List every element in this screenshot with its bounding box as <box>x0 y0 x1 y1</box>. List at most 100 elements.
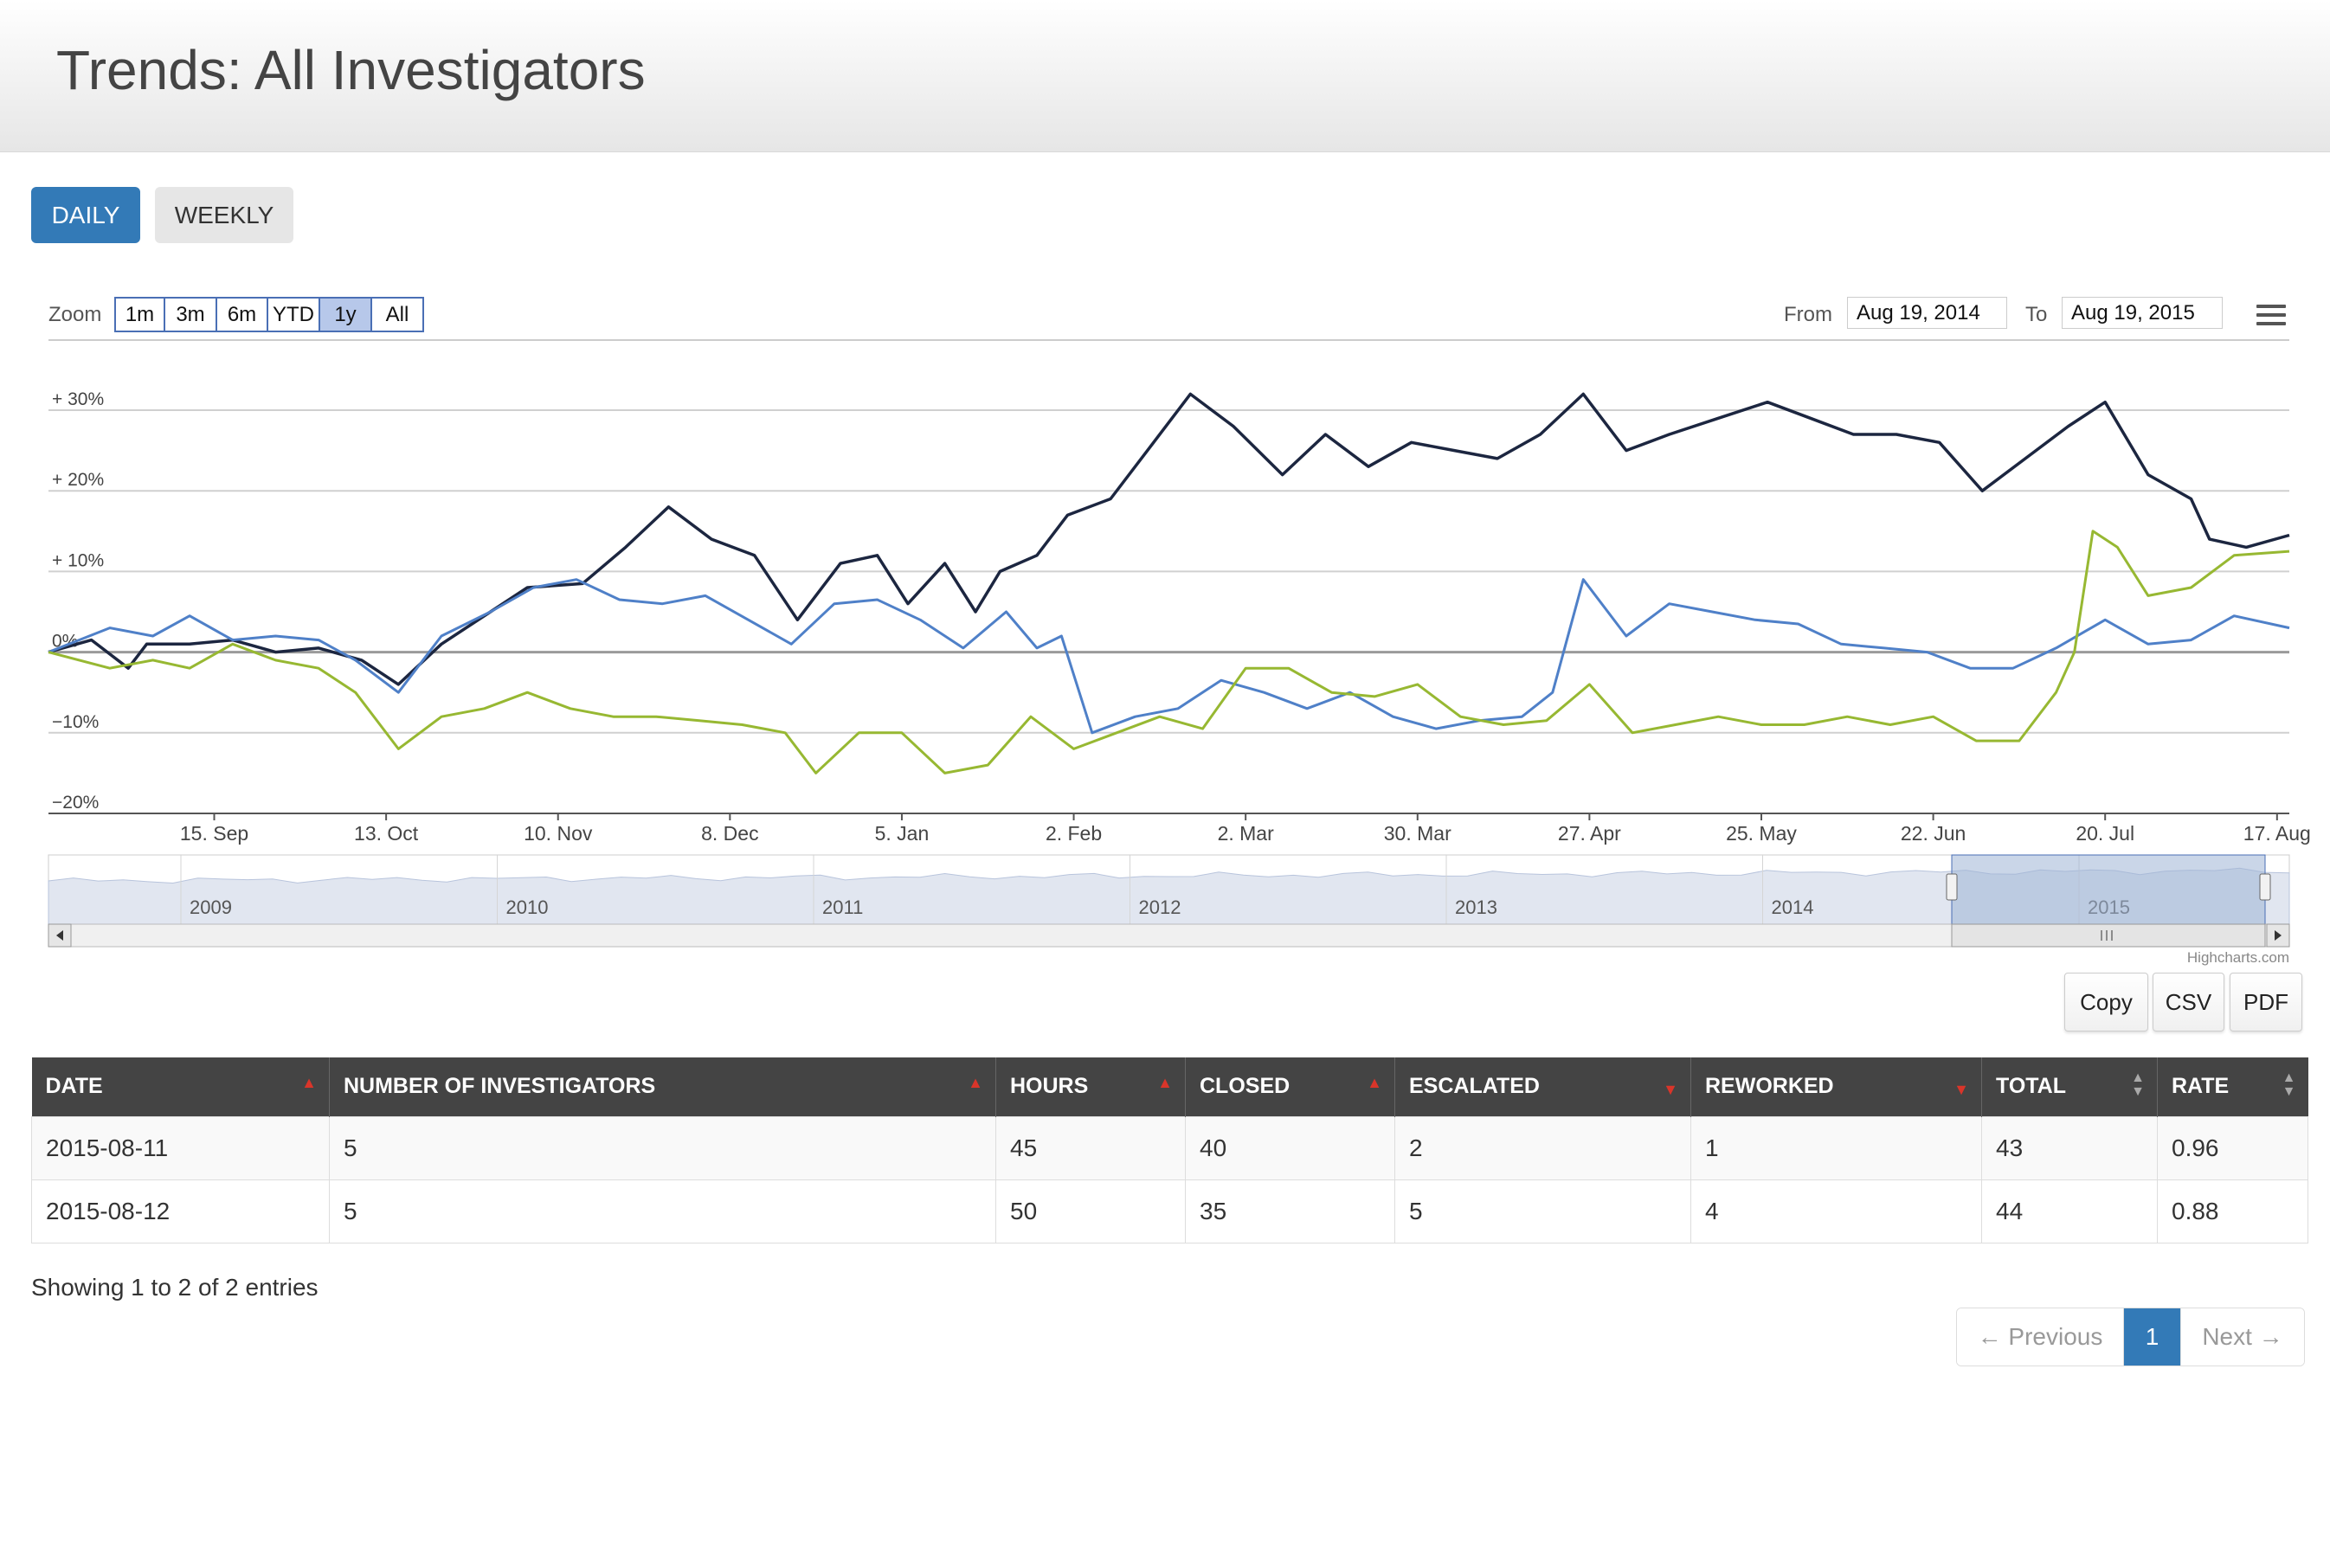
zoom-6m-button[interactable]: 6m <box>217 299 268 331</box>
weekly-tab-button[interactable]: WEEKLY <box>155 187 293 243</box>
cell-date: 2015-08-12 <box>31 1179 330 1243</box>
column-header-hours[interactable]: HOURS ▲ <box>995 1057 1186 1116</box>
zoom-button-group: 1m 3m 6m YTD 1y All <box>114 297 424 332</box>
column-label: HOURS <box>1010 1074 1089 1099</box>
y-tick-label: −10% <box>52 712 99 732</box>
grid-lines <box>48 409 2289 814</box>
cell-hours: 45 <box>995 1115 1186 1180</box>
trend-chart: + 30%+ 20%+ 10%0%−10%−20% 15. Sep 13. Oct… <box>48 339 2311 966</box>
sort-both-icon: ▲ ▼ <box>2282 1070 2296 1099</box>
navigator[interactable]: 2009201020112012201320142015 <box>48 854 2290 948</box>
cell-closed: 40 <box>1185 1115 1395 1180</box>
pagination: ← Previous 1 Next → <box>1956 1308 2305 1366</box>
x-axis-ticks: 15. Sep 13. Oct 10. Nov 8. Dec 5. Jan 2. Feb 2… <box>180 813 2311 845</box>
navigator-selected-range[interactable] <box>1951 854 2266 929</box>
column-header-date[interactable]: DATE ▲ <box>31 1057 330 1116</box>
cell-reworked: 4 <box>1690 1179 1982 1243</box>
y-tick-label: + 30% <box>52 389 104 409</box>
table-row: 2015-08-12 5 50 35 5 4 44 0.88 <box>31 1179 2308 1243</box>
from-label: From <box>1784 303 1832 326</box>
series-lines <box>48 392 2290 774</box>
column-header-number-of-investigators[interactable]: NUMBER OF INVESTIGATORS ▲ <box>329 1057 996 1116</box>
navigator-right-handle[interactable] <box>2259 873 2271 901</box>
cell-escalated: 5 <box>1394 1179 1691 1243</box>
x-tick-label: 10. Nov <box>524 822 593 845</box>
x-tick-label: 15. Sep <box>180 822 248 845</box>
x-tick-label: 17. Aug <box>2243 822 2311 845</box>
copy-button[interactable]: Copy <box>2064 973 2148 1031</box>
y-tick-label: −20% <box>52 793 99 813</box>
zoom-1m-button[interactable]: 1m <box>116 299 165 331</box>
zoom-3m-button[interactable]: 3m <box>165 299 217 331</box>
cell-escalated: 2 <box>1394 1115 1691 1180</box>
x-tick-label: 13. Oct <box>354 822 419 845</box>
from-date-input[interactable] <box>1847 297 2007 329</box>
column-label: RATE <box>2172 1074 2230 1099</box>
navigator-year-label: 2012 <box>1139 896 1181 918</box>
y-tick-label: + 10% <box>52 550 104 570</box>
x-tick-label: 20. Jul <box>2076 822 2134 845</box>
x-tick-label: 22. Jun <box>1901 822 1966 845</box>
table-header-row: DATE ▲ NUMBER OF INVESTIGATORS ▲ HOURS ▲ CL… <box>31 1057 2308 1116</box>
cell-rate: 0.88 <box>2157 1179 2308 1243</box>
highcharts-credits[interactable]: Highcharts.com <box>2187 949 2289 966</box>
x-tick-label: 27. Apr <box>1558 822 1621 845</box>
page-1-button[interactable]: 1 <box>2124 1308 2181 1366</box>
series-line-2[interactable] <box>48 578 2290 735</box>
cell-number-of-investigators: 5 <box>329 1115 996 1180</box>
y-axis-ticks: + 30%+ 20%+ 10%0%−10%−20% <box>52 389 104 813</box>
column-header-closed[interactable]: CLOSED ▲ <box>1185 1057 1395 1116</box>
navigator-year-label: 2009 <box>190 896 232 918</box>
cell-hours: 50 <box>995 1179 1186 1243</box>
column-label: TOTAL <box>1996 1074 2067 1099</box>
column-header-total[interactable]: TOTAL ▲ ▼ <box>1981 1057 2158 1116</box>
trends-table: DATE ▲ NUMBER OF INVESTIGATORS ▲ HOURS ▲ CL… <box>31 1057 2308 1243</box>
navigator-left-handle[interactable] <box>1946 873 1958 901</box>
sort-both-icon: ▲ ▼ <box>2131 1070 2145 1099</box>
zoom-label: Zoom <box>48 303 102 326</box>
navigator-year-label: 2014 <box>1772 896 1814 918</box>
cell-total: 43 <box>1981 1115 2158 1180</box>
sort-asc-icon: ▲ <box>1157 1074 1173 1091</box>
table-row: 2015-08-11 5 45 40 2 1 43 0.96 <box>31 1115 2308 1180</box>
column-header-reworked[interactable]: REWORKED ▼ <box>1690 1057 1982 1116</box>
x-tick-label: 2. Mar <box>1218 822 1275 845</box>
zoom-ytd-button[interactable]: YTD <box>268 299 320 331</box>
previous-page-button[interactable]: ← Previous <box>1957 1308 2124 1366</box>
menu-bar-2 <box>2256 313 2286 317</box>
chart-menu-icon[interactable] <box>2256 305 2286 329</box>
pdf-button[interactable]: PDF <box>2230 973 2302 1031</box>
scrollbar-thumb[interactable] <box>1951 923 2266 948</box>
series-line-1[interactable] <box>48 392 2290 686</box>
sort-desc-icon: ▼ <box>1953 1081 1969 1098</box>
column-header-escalated[interactable]: ESCALATED ▼ <box>1394 1057 1691 1116</box>
csv-button[interactable]: CSV <box>2153 973 2224 1031</box>
zoom-all-button[interactable]: All <box>372 299 422 331</box>
column-label: DATE <box>45 1074 103 1099</box>
sort-desc-icon: ▼ <box>1663 1081 1678 1098</box>
cell-closed: 35 <box>1185 1179 1395 1243</box>
column-header-rate[interactable]: RATE ▲ ▼ <box>2157 1057 2308 1116</box>
column-label: CLOSED <box>1200 1074 1291 1099</box>
to-date-input[interactable] <box>2062 297 2223 329</box>
x-tick-label: 30. Mar <box>1384 822 1451 845</box>
sort-asc-icon: ▲ <box>1367 1074 1382 1091</box>
cell-rate: 0.96 <box>2157 1115 2308 1180</box>
next-page-button[interactable]: Next → <box>2181 1308 2304 1366</box>
daily-tab-button[interactable]: DAILY <box>31 187 140 243</box>
column-label: REWORKED <box>1705 1074 1834 1099</box>
page-title: Trends: All Investigators <box>56 39 646 101</box>
sort-asc-icon: ▲ <box>301 1074 317 1091</box>
page-header: Trends: All Investigators <box>0 0 2330 152</box>
cell-total: 44 <box>1981 1179 2158 1243</box>
column-label: NUMBER OF INVESTIGATORS <box>344 1074 656 1099</box>
table-info: Showing 1 to 2 of 2 entries <box>31 1274 319 1301</box>
navigator-year-label: 2011 <box>822 896 863 918</box>
x-tick-label: 5. Jan <box>875 822 930 845</box>
x-tick-label: 8. Dec <box>701 822 758 845</box>
y-tick-label: + 20% <box>52 470 104 490</box>
sort-asc-icon: ▲ <box>968 1074 983 1091</box>
cell-number-of-investigators: 5 <box>329 1179 996 1243</box>
zoom-1y-button[interactable]: 1y <box>320 299 372 331</box>
column-label: ESCALATED <box>1409 1074 1540 1099</box>
